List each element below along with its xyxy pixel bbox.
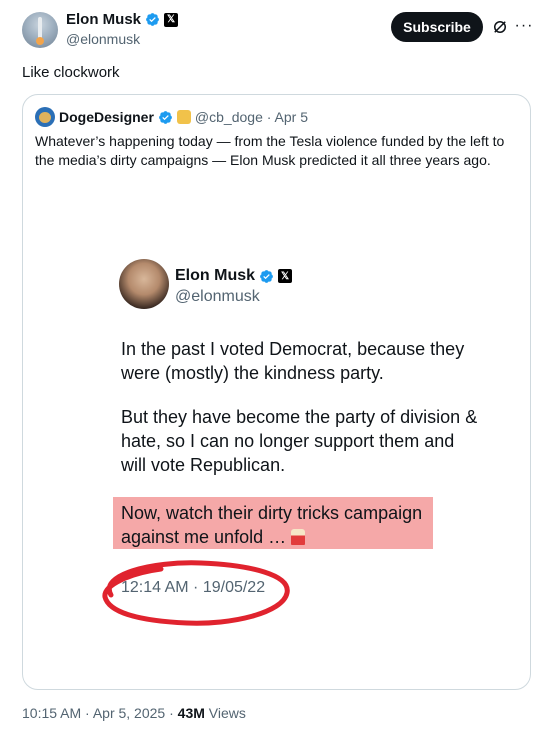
author-name[interactable]: Elon Musk	[66, 11, 141, 28]
post-text: Like clockwork	[22, 64, 120, 81]
embedded-paragraph: In the past I voted Democrat, because th…	[121, 339, 465, 383]
embedded-screenshot: Elon Musk 𝕏 @elonmusk In the past I vote…	[23, 235, 530, 689]
quoted-post-header: DogeDesigner @cb_doge · Apr 5	[35, 107, 308, 127]
post-header: Elon Musk 𝕏 @elonmusk Subscribe ···	[22, 10, 537, 50]
embedded-author-avatar	[119, 259, 169, 309]
rocket-image	[38, 17, 42, 39]
rocket-flame	[36, 37, 44, 45]
quoted-author-meta[interactable]: @cb_doge · Apr 5	[195, 109, 308, 125]
author-avatar[interactable]	[22, 12, 58, 48]
x-affiliate-icon: 𝕏	[278, 269, 293, 283]
post-footer: 10:15 AM · Apr 5, 2025 · 43M Views	[22, 705, 246, 721]
verified-badge-icon	[159, 110, 172, 124]
subscribe-button[interactable]: Subscribe	[391, 12, 483, 42]
views-label: Views	[204, 705, 246, 721]
verified-badge-icon	[146, 13, 159, 26]
post-timestamp[interactable]: 10:15 AM · Apr 5, 2025 ·	[22, 705, 178, 721]
quoted-author-avatar[interactable]	[35, 107, 55, 127]
embedded-paragraph: But they have become the party of divisi…	[121, 407, 478, 475]
x-affiliate-icon: 𝕏	[164, 12, 179, 27]
embedded-author-handle: @elonmusk	[175, 288, 260, 305]
more-options-icon[interactable]: ···	[514, 16, 534, 36]
author-name-row: Elon Musk 𝕏	[66, 11, 179, 28]
affiliate-emoji-icon	[176, 110, 191, 124]
popcorn-emoji-icon	[291, 529, 306, 545]
embedded-name-row: Elon Musk 𝕏	[175, 267, 293, 285]
embedded-highlighted-paragraph: Now, watch their dirty tricks campaign a…	[121, 501, 481, 549]
grok-icon[interactable]	[491, 18, 509, 36]
embedded-author-name: Elon Musk	[175, 267, 256, 284]
author-handle[interactable]: @elonmusk	[66, 31, 140, 47]
quoted-author-name[interactable]: DogeDesigner	[59, 109, 154, 125]
red-circle-annotation	[102, 560, 290, 626]
quoted-post-text: Whatever’s happening today — from the Te…	[35, 133, 505, 168]
quoted-post[interactable]: DogeDesigner @cb_doge · Apr 5 Whatever’s…	[22, 94, 531, 690]
verified-badge-icon	[260, 269, 273, 283]
views-count: 43M	[177, 705, 205, 721]
embedded-paragraph-text: Now, watch their dirty tricks campaign a…	[121, 503, 423, 547]
